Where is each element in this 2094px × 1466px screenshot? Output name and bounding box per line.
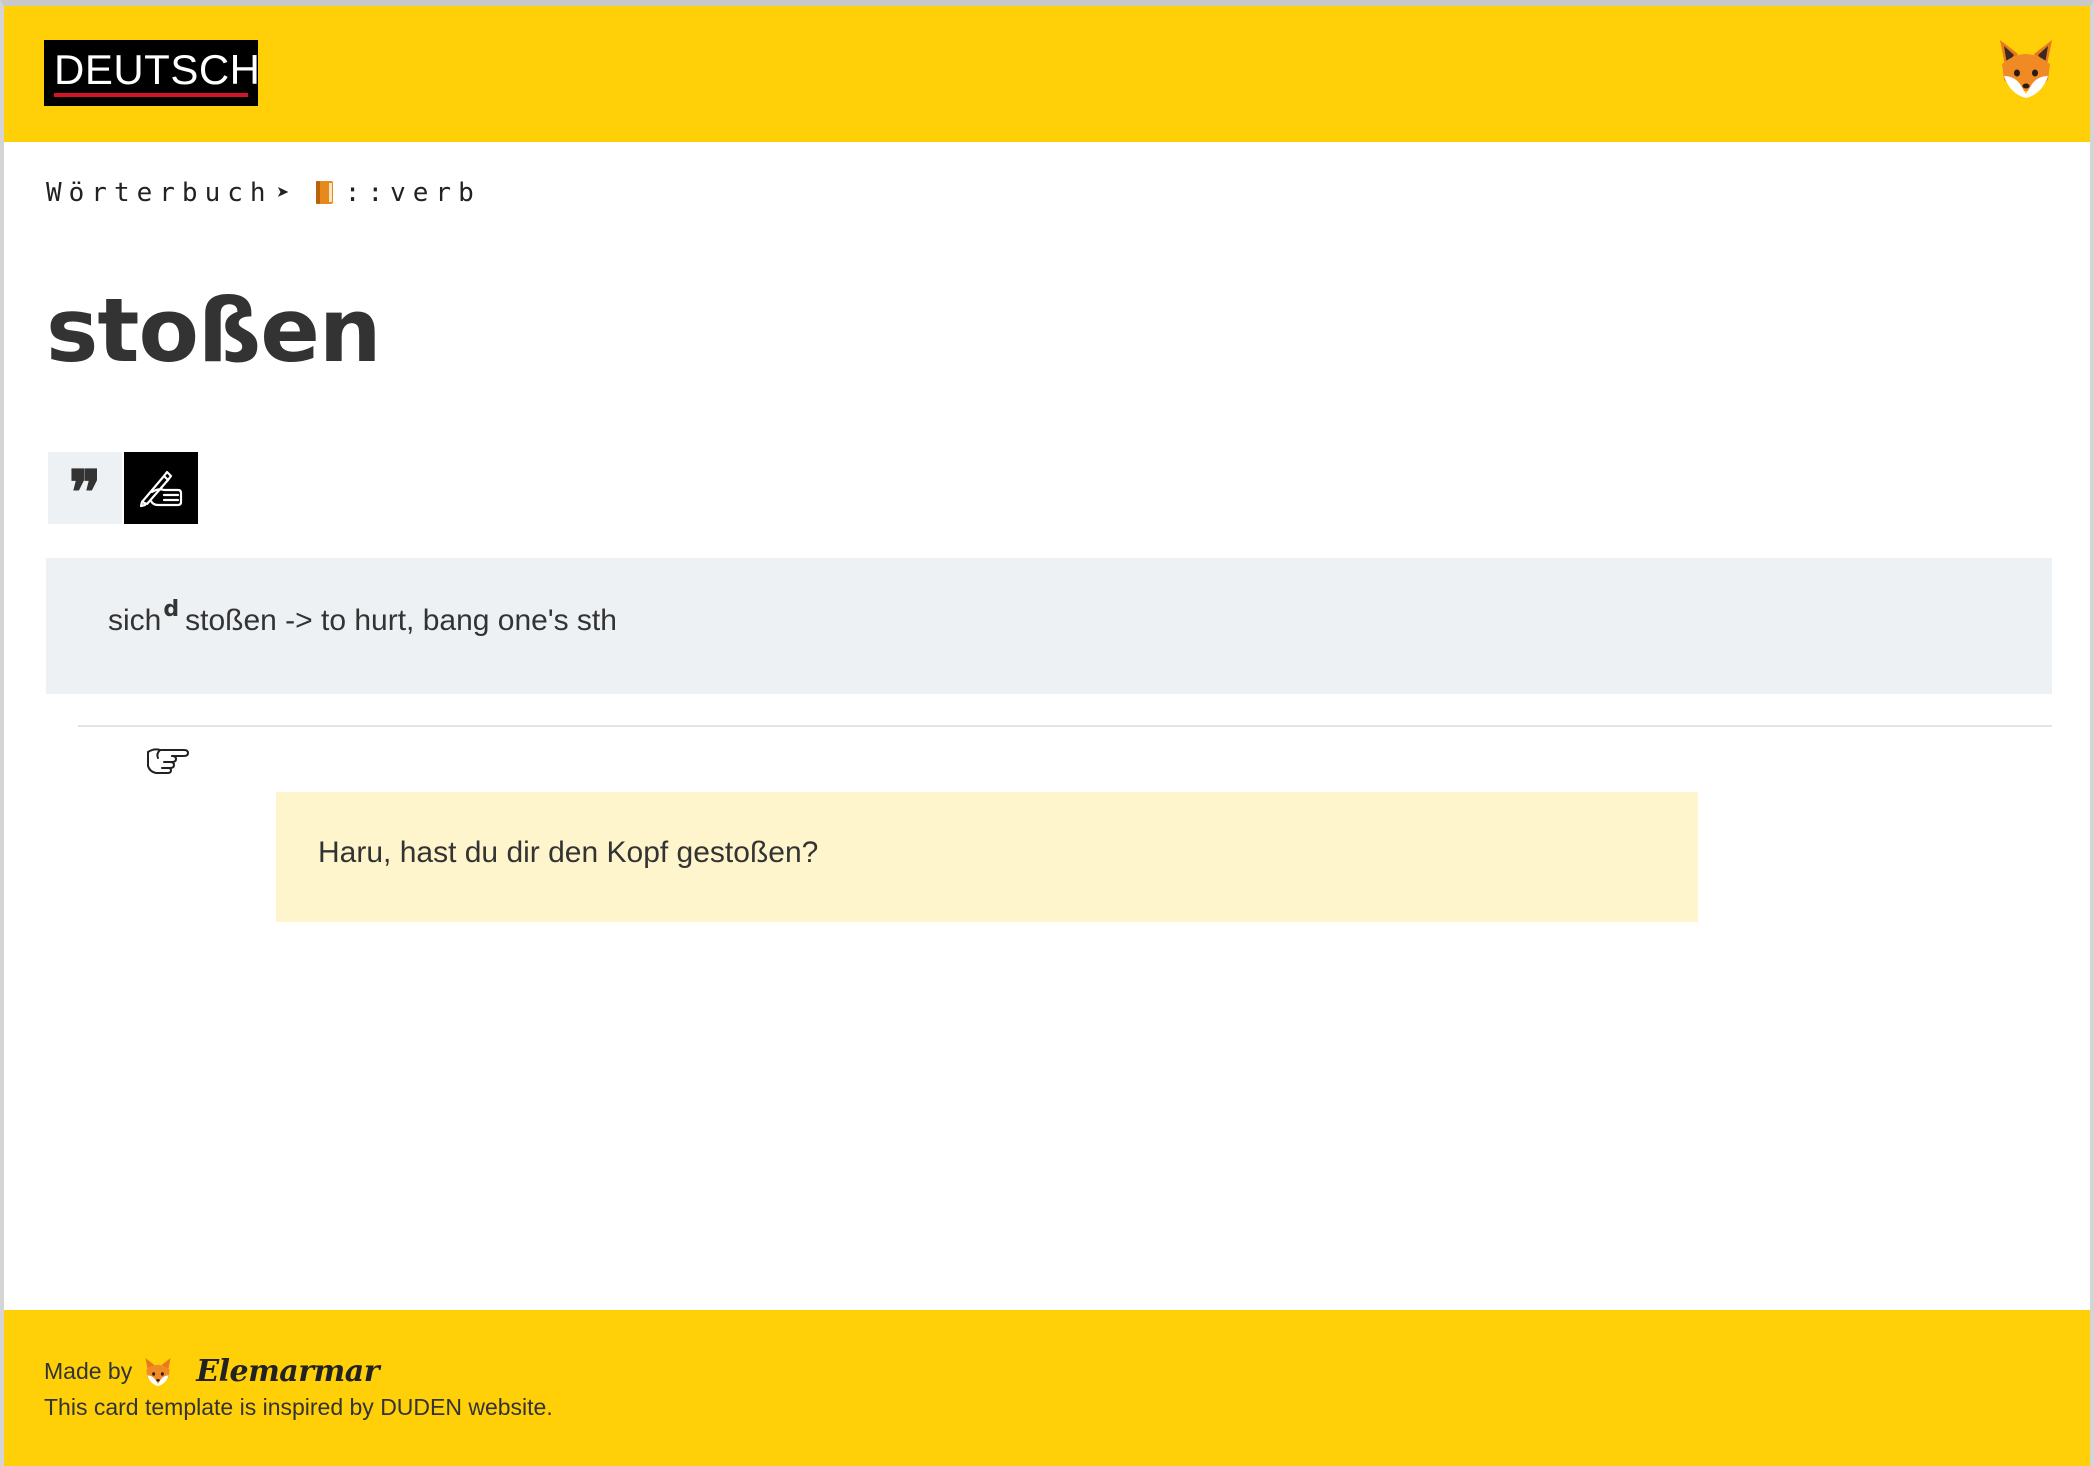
definition-text: sichd stoßen -> to hurt, bang one's sth <box>108 597 617 638</box>
definition-box: sichd stoßen -> to hurt, bang one's sth <box>46 558 2052 694</box>
breadcrumb-root[interactable]: Wörterbuch <box>46 178 273 208</box>
orange-book-icon <box>315 180 335 206</box>
deutsch-logo[interactable]: DEUTSCH <box>44 40 261 106</box>
breadcrumb: Wörterbuch ➤ ::verb <box>46 178 481 208</box>
pointing-hand-icon <box>146 740 190 774</box>
write-tab[interactable] <box>124 452 198 524</box>
example-sentence: Haru, hast du dir den Kopf gestoßen? <box>318 836 819 869</box>
card-page: DEUTSCH Wörterbuch ➤::verb stoßen ❞ sic… <box>0 0 2094 1466</box>
writing-hand-icon <box>139 470 183 508</box>
divider <box>78 725 2052 727</box>
footer-made-by-line: Made by Elemarmar <box>44 1354 380 1389</box>
definition-meaning: stoßen -> to hurt, bang one's sth <box>185 604 617 637</box>
made-by-label: Made by <box>44 1358 133 1384</box>
header-bar: DEUTSCH <box>4 6 2090 142</box>
example-box: Haru, hast du dir den Kopf gestoßen? <box>276 792 1698 922</box>
fox-face-icon <box>142 1356 174 1388</box>
quote-tab[interactable]: ❞ <box>48 452 122 524</box>
headword-title: stoßen <box>46 279 382 382</box>
quote-icon: ❞ <box>68 458 102 528</box>
footer: Made by Elemarmar This card template is … <box>4 1310 2090 1466</box>
definition-superscript: d <box>163 597 180 622</box>
breadcrumb-category[interactable]: ::verb <box>345 178 481 208</box>
definition-prefix: sich <box>108 604 162 637</box>
breadcrumb-separator-icon: ➤ <box>276 180 297 206</box>
footer-credit: This card template is inspired by DUDEN … <box>44 1394 553 1420</box>
brand-name[interactable]: Elemarmar <box>196 1354 379 1389</box>
entry-tabs: ❞ <box>48 452 198 524</box>
fox-face-icon <box>1996 36 2056 102</box>
logo-text: DEUTSCH <box>54 46 261 93</box>
logo-underline <box>54 93 248 97</box>
